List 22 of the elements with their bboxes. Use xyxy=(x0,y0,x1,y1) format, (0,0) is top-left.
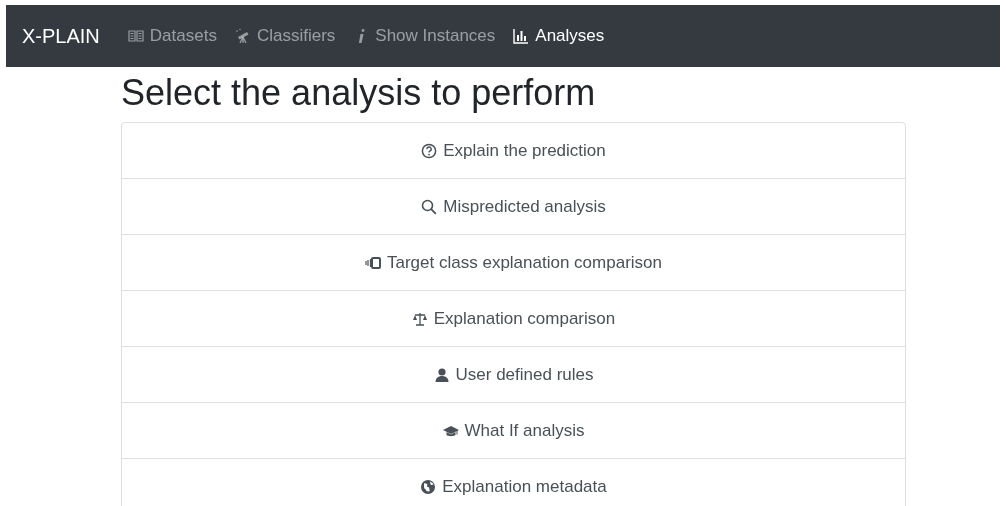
book-icon xyxy=(127,28,144,44)
nav-link[interactable]: Datasets xyxy=(127,26,217,46)
page-heading: Select the analysis to perform xyxy=(121,71,597,115)
list-item[interactable]: Target class explanation comparison xyxy=(122,235,905,292)
balance-scale-icon xyxy=(411,310,428,327)
brand-link[interactable]: X-PLAIN xyxy=(22,24,100,48)
list-item[interactable]: What If analysis xyxy=(122,403,905,460)
list-item[interactable]: Explanation metadata xyxy=(122,459,905,506)
list-item[interactable]: User defined rules xyxy=(122,347,905,404)
nav-link[interactable]: Show Instances xyxy=(353,26,496,46)
globe-icon xyxy=(420,478,437,495)
user-icon xyxy=(433,366,450,383)
list-item[interactable]: Explain the prediction xyxy=(122,123,905,180)
bar-chart-icon xyxy=(513,28,530,44)
list-item[interactable]: Explanation comparison xyxy=(122,291,905,348)
list-item[interactable]: Mispredicted analysis xyxy=(122,179,905,236)
nav-link[interactable]: Analyses xyxy=(513,26,605,46)
search-icon xyxy=(421,198,438,215)
telescope-icon xyxy=(234,28,251,44)
question-circle-icon xyxy=(421,142,438,159)
nav-link[interactable]: Classifiers xyxy=(234,26,336,46)
columns-icon xyxy=(365,254,381,271)
